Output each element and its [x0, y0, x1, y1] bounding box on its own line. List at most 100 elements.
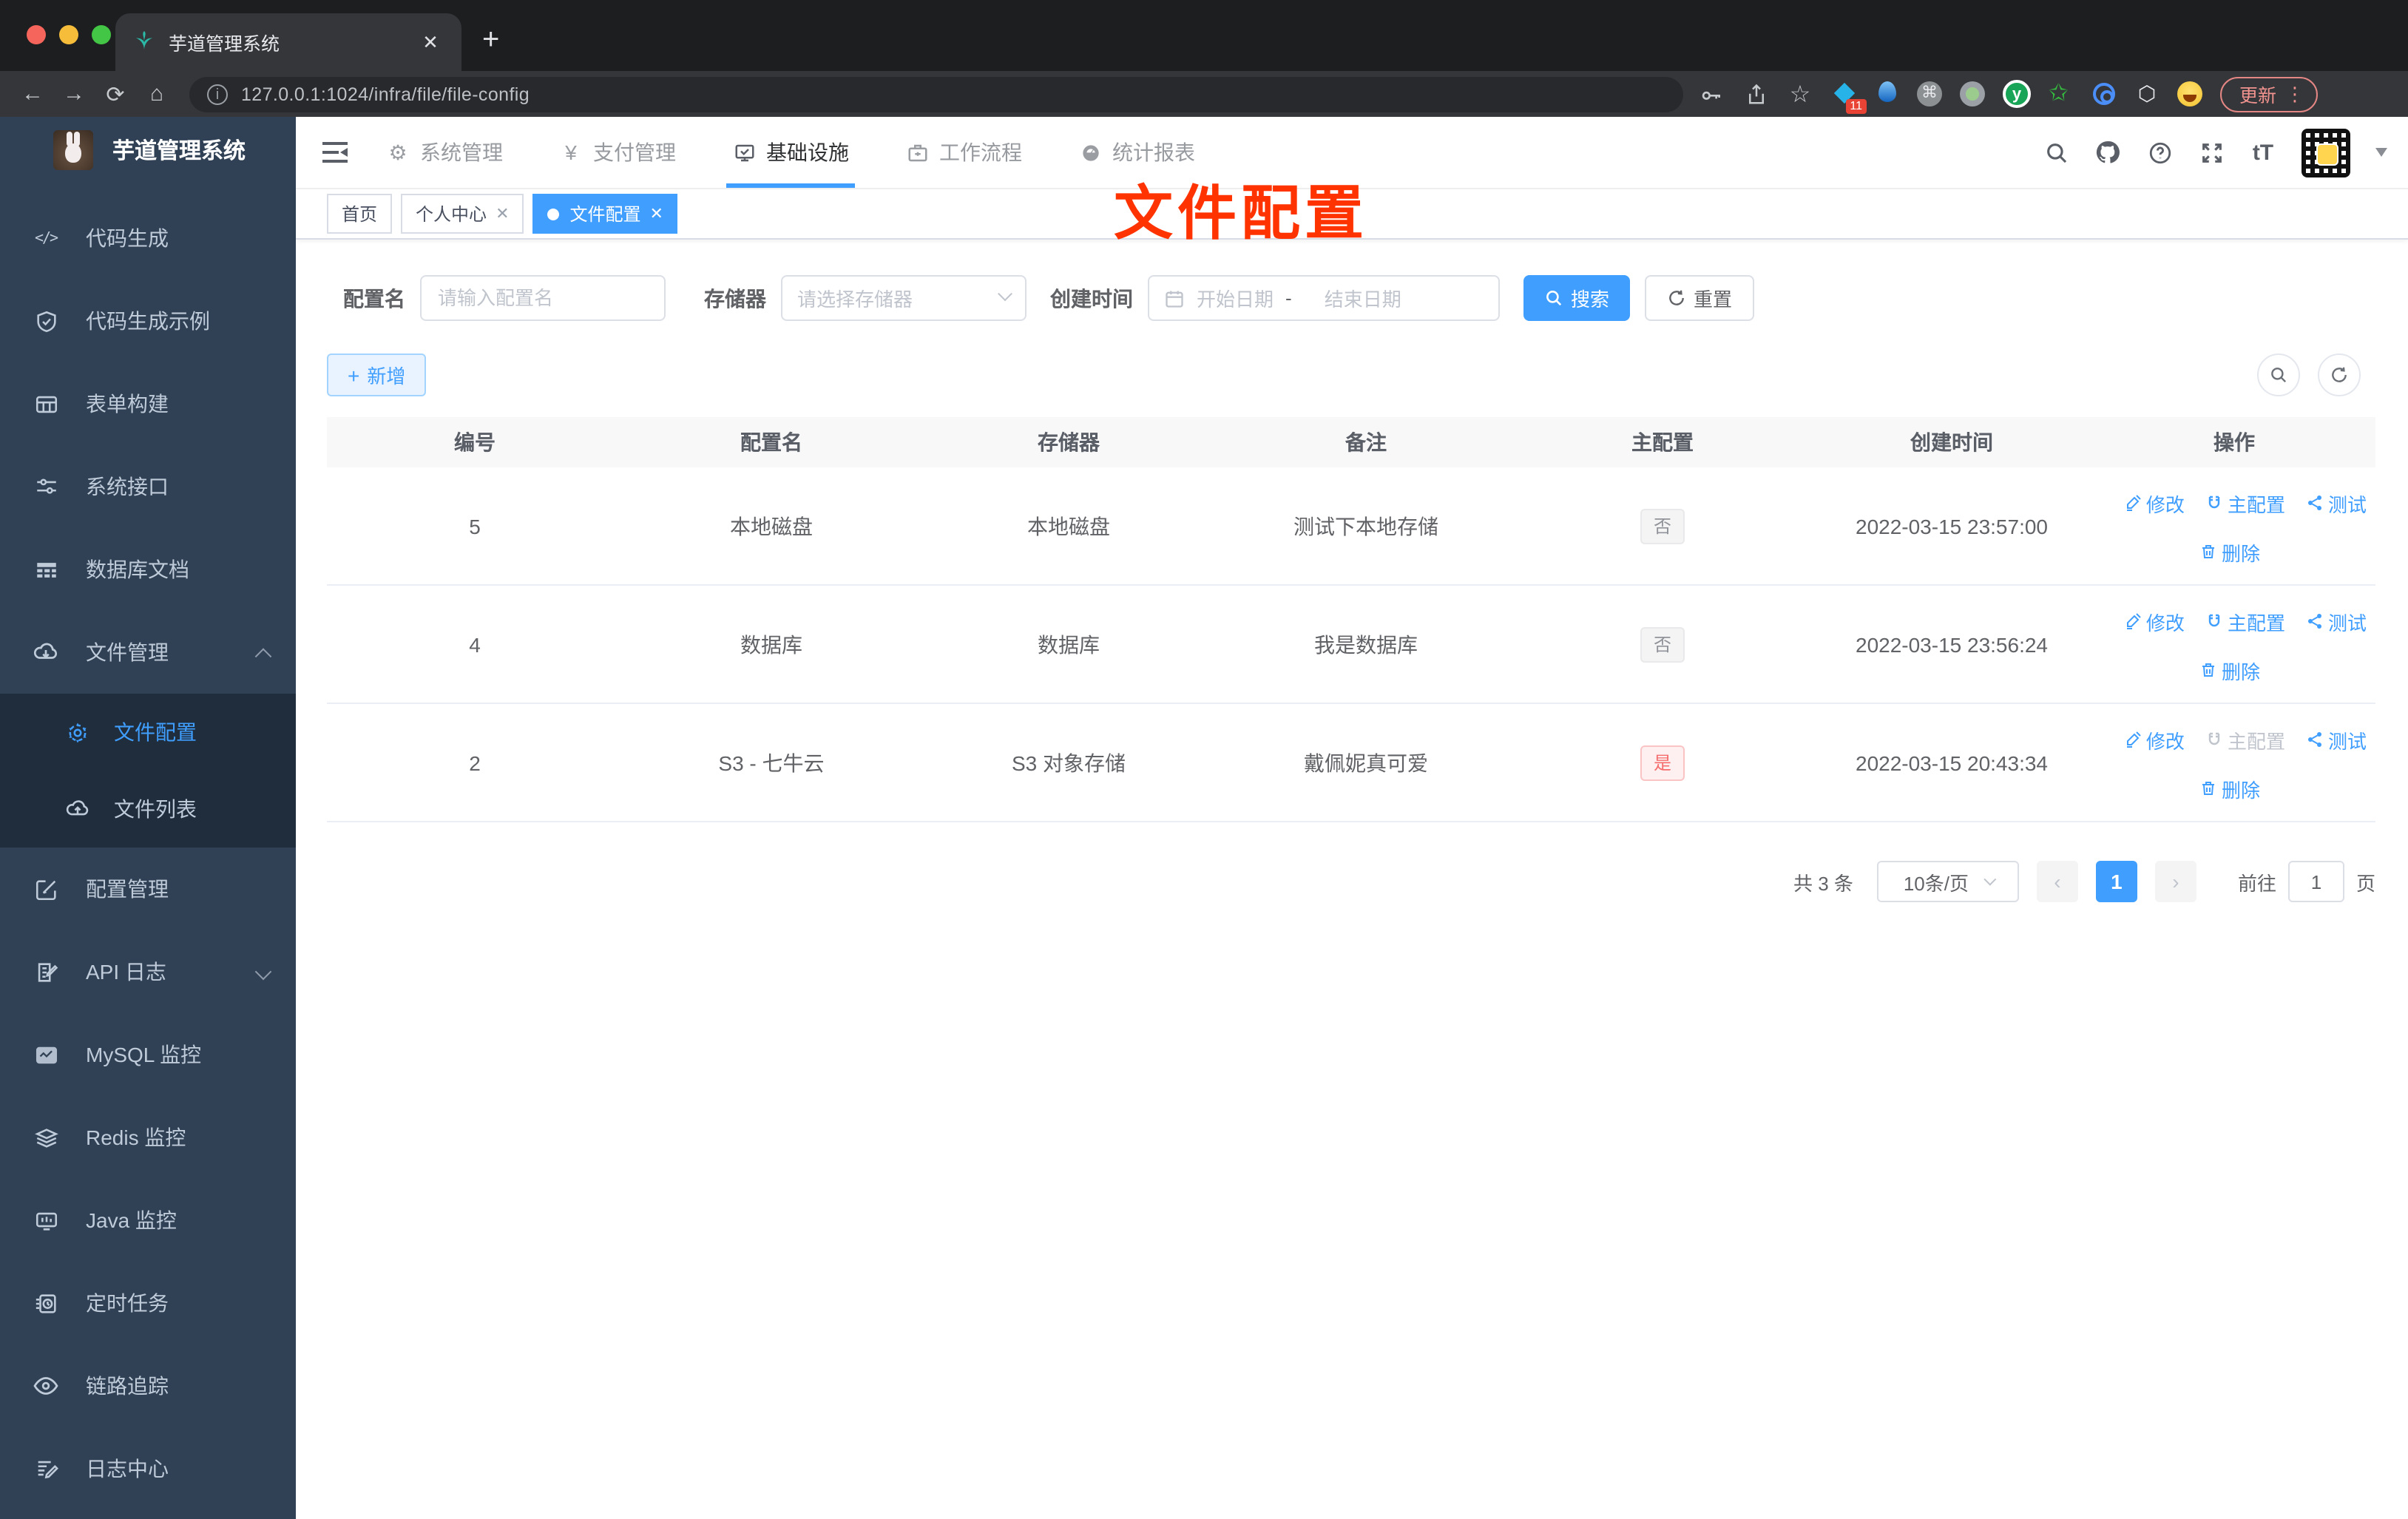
tab-close-icon[interactable]: ✕	[417, 29, 444, 55]
tag-file-config[interactable]: 文件配置 ✕	[532, 194, 678, 234]
end-date-placeholder: 结束日期	[1324, 288, 1401, 311]
tag-close-icon[interactable]: ✕	[650, 204, 663, 223]
prev-page-button[interactable]: ‹	[2036, 861, 2078, 902]
site-info-icon[interactable]: i	[207, 84, 228, 104]
new-tab-button[interactable]: +	[482, 24, 499, 58]
extension-eye-icon[interactable]	[2091, 81, 2117, 106]
browser-tab[interactable]: 芋道管理系统 ✕	[115, 13, 461, 71]
delete-button[interactable]: 删除	[2199, 538, 2260, 566]
app-title: 芋道管理系统	[112, 138, 246, 163]
sidebar-item-log-center[interactable]: 日志中心	[0, 1427, 296, 1510]
sidebar-item-java-monitor[interactable]: Java 监控	[0, 1179, 296, 1262]
storage-select[interactable]: 请选择存储器	[781, 275, 1027, 321]
extension-balloon-icon[interactable]	[1874, 81, 1899, 106]
show-search-toggle-icon[interactable]	[2257, 353, 2300, 396]
yen-icon: ¥	[565, 141, 577, 164]
profile-emoji-icon[interactable]	[2177, 81, 2202, 106]
test-button[interactable]: 测试	[2306, 489, 2367, 517]
refresh-table-icon[interactable]	[2318, 353, 2361, 396]
minimize-window-button[interactable]	[59, 25, 78, 44]
browser-menu-icon[interactable]: ⋮	[2285, 82, 2304, 106]
master-config-button[interactable]: 主配置	[2205, 489, 2285, 517]
sidebar-item-scheduled-jobs[interactable]: 定时任务	[0, 1262, 296, 1344]
tag-home[interactable]: 首页	[327, 194, 393, 234]
eye-icon	[33, 1373, 59, 1399]
cell-remark: 我是数据库	[1314, 632, 1418, 656]
next-page-button[interactable]: ›	[2154, 861, 2196, 902]
zoom-window-button[interactable]	[92, 25, 111, 44]
modify-button[interactable]: 修改	[2124, 489, 2185, 517]
sidebar: 芋道管理系统 </> 代码生成 代码生成示例 表单构建 系统接口 数据库文档 文…	[0, 117, 296, 1519]
extension-diamond-icon[interactable]: 11	[1831, 81, 1867, 114]
close-window-button[interactable]	[27, 25, 46, 44]
app-logo-row[interactable]: 芋道管理系统	[0, 117, 296, 182]
tag-profile[interactable]: 个人中心 ✕	[401, 194, 524, 234]
modify-button[interactable]: 修改	[2124, 725, 2185, 754]
extensions-puzzle-icon[interactable]: ⬡	[2134, 81, 2160, 106]
fullscreen-icon[interactable]	[2198, 139, 2225, 166]
menu-system-mgmt[interactable]: ⚙ 系统管理	[386, 117, 503, 188]
sidebar-item-redis-monitor[interactable]: Redis 监控	[0, 1096, 296, 1179]
bookmark-star-icon[interactable]: ☆	[1787, 81, 1813, 107]
search-icon[interactable]	[2043, 139, 2069, 166]
test-button[interactable]: 测试	[2306, 725, 2367, 754]
sidebar-item-code-gen[interactable]: </> 代码生成	[0, 197, 296, 280]
goto-page-input[interactable]	[2287, 861, 2344, 902]
extension-command-icon[interactable]: ⌘	[1917, 81, 1942, 106]
master-config-button[interactable]: 主配置	[2205, 725, 2285, 754]
cell-actions: 修改 主配置 测试 删除	[2093, 592, 2375, 696]
sidebar-item-file-mgmt[interactable]: 文件管理	[0, 611, 296, 694]
sidebar-item-config-mgmt[interactable]: 配置管理	[0, 848, 296, 930]
search-button[interactable]: 搜索	[1523, 275, 1631, 321]
delete-button[interactable]: 删除	[2199, 774, 2260, 802]
chevron-down-icon	[254, 963, 272, 981]
sidebar-item-tracing[interactable]: 链路追踪	[0, 1344, 296, 1427]
gear-icon: ⚙	[388, 140, 407, 163]
menu-workflow[interactable]: 工作流程	[905, 117, 1022, 188]
forward-button[interactable]: →	[53, 81, 95, 106]
sidebar-item-file-list[interactable]: 文件列表	[0, 771, 296, 848]
sidebar-collapse-icon[interactable]	[322, 142, 348, 163]
home-button[interactable]: ⌂	[136, 81, 177, 106]
back-button[interactable]: ←	[12, 81, 53, 106]
browser-update-button[interactable]: 更新 ⋮	[2220, 76, 2319, 112]
sidebar-item-file-config[interactable]: 文件配置	[0, 694, 296, 771]
avatar[interactable]	[2302, 128, 2350, 177]
sidebar-item-api-log[interactable]: API 日志	[0, 930, 296, 1013]
address-bar[interactable]: i 127.0.0.1:1024/infra/file/file-config	[189, 76, 1683, 112]
password-key-icon[interactable]	[1698, 81, 1725, 107]
sidebar-item-code-example[interactable]: 代码生成示例	[0, 280, 296, 362]
add-button[interactable]: + 新增	[327, 353, 427, 396]
modify-button[interactable]: 修改	[2124, 607, 2185, 635]
extension-y-icon[interactable]: y	[2003, 80, 2031, 108]
date-range-picker[interactable]: 开始日期 - 结束日期	[1148, 275, 1500, 321]
share-icon[interactable]	[1742, 81, 1769, 107]
extension-star-icon[interactable]: ✩	[2049, 81, 2074, 106]
delete-button[interactable]: 删除	[2199, 656, 2260, 684]
tag-close-icon[interactable]: ✕	[496, 204, 509, 223]
sidebar-item-system-api[interactable]: 系统接口	[0, 445, 296, 528]
calendar-icon	[1164, 288, 1185, 308]
sidebar-item-mysql-monitor[interactable]: MySQL 监控	[0, 1013, 296, 1096]
cell-name: 本地磁盘	[730, 514, 813, 538]
github-icon[interactable]	[2094, 139, 2121, 166]
avatar-caret-icon[interactable]	[2375, 148, 2387, 157]
menu-infrastructure[interactable]: 基础设施	[726, 117, 855, 188]
reload-button[interactable]: ⟳	[95, 81, 136, 107]
font-size-icon[interactable]: tT	[2250, 139, 2276, 166]
reset-button[interactable]: 重置	[1645, 275, 1755, 321]
master-tag: 是	[1640, 745, 1685, 780]
master-config-button[interactable]: 主配置	[2205, 607, 2285, 635]
sidebar-item-db-doc[interactable]: 数据库文档	[0, 528, 296, 611]
page-number-button[interactable]: 1	[2095, 861, 2137, 902]
config-name-input[interactable]	[420, 275, 666, 321]
menu-payment-mgmt[interactable]: ¥ 支付管理	[559, 117, 676, 188]
window-controls[interactable]	[27, 25, 111, 44]
help-icon[interactable]	[2146, 139, 2173, 166]
app-logo	[53, 129, 93, 169]
extension-dot-icon[interactable]	[1960, 81, 1985, 106]
test-button[interactable]: 测试	[2306, 607, 2367, 635]
page-size-select[interactable]: 10条/页	[1876, 861, 2019, 902]
trash-icon	[2202, 782, 2214, 795]
sidebar-item-form-builder[interactable]: 表单构建	[0, 362, 296, 445]
